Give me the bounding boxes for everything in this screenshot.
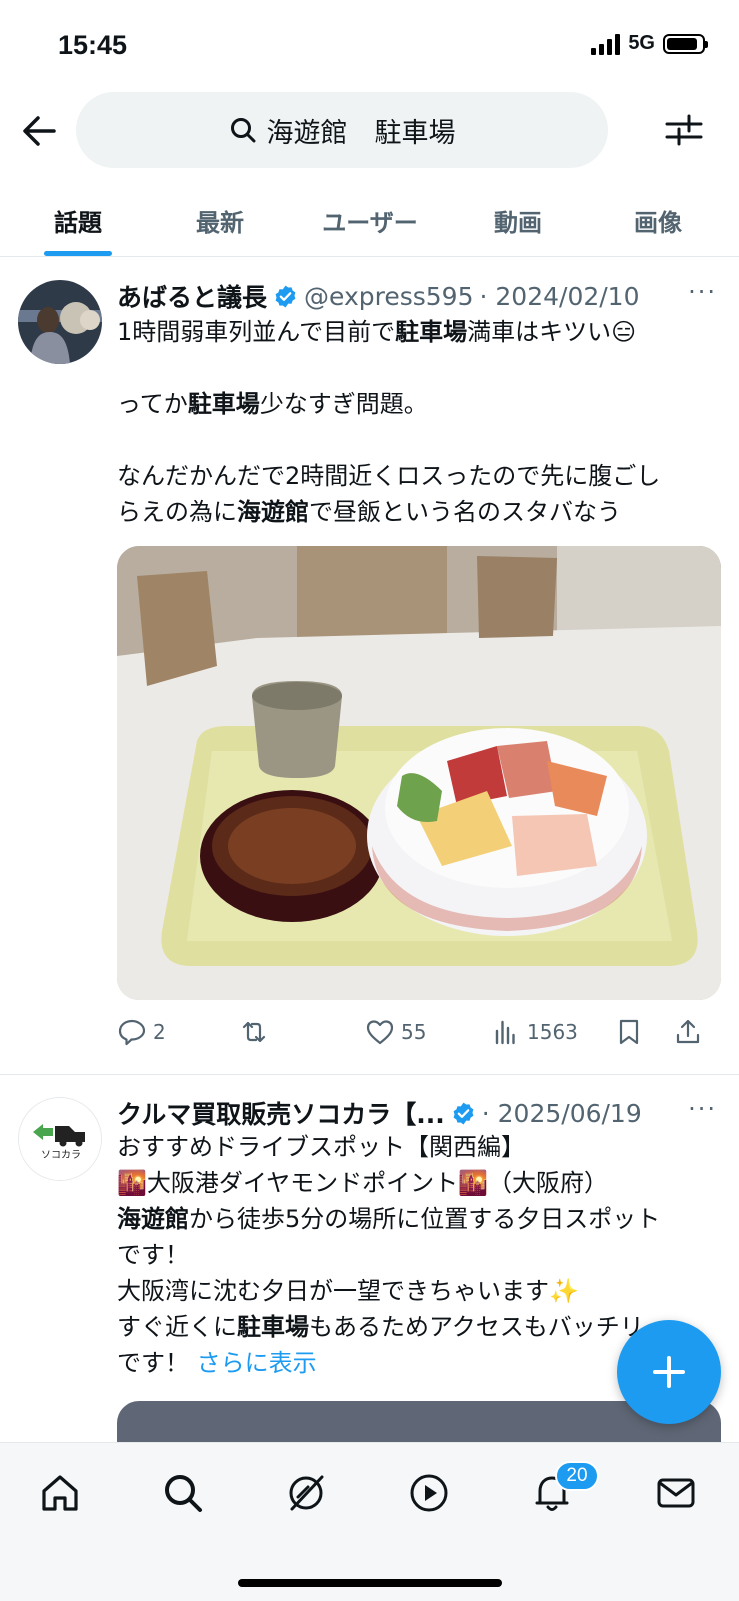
- author-name[interactable]: あばると議長: [117, 278, 267, 314]
- text-line: なんだかんだで2時間近くロスったので先に腹ごし: [117, 462, 661, 490]
- highlight-keyword: 駐車場: [395, 318, 468, 346]
- post-photo[interactable]: [117, 546, 721, 1000]
- text-line: おすすめドライブスポット【関西編】: [117, 1133, 525, 1161]
- search-input[interactable]: 海遊館 駐車場: [76, 92, 608, 168]
- text-line: です！: [117, 1241, 189, 1269]
- text-segment: 1時間弱車列並んで目前で: [117, 318, 396, 346]
- share-button[interactable]: [673, 1012, 703, 1052]
- share-icon: [676, 1019, 700, 1044]
- verified-badge-icon: [453, 1102, 474, 1124]
- text-segment: 少なすぎ問題。: [259, 390, 428, 418]
- tab-videos[interactable]: 動画: [478, 184, 558, 256]
- highlight-keyword: 駐車場: [187, 390, 260, 418]
- text-line: 🌇大阪港ダイヤモンドポイント🌇（大阪府）: [117, 1169, 609, 1197]
- post-date: · 2024/02/10: [479, 281, 640, 311]
- tab-label: 最新: [196, 208, 244, 237]
- tab-label: 話題: [54, 208, 102, 237]
- tab-users[interactable]: ユーザー: [305, 184, 435, 256]
- tab-label: 動画: [494, 208, 542, 237]
- more-options-icon[interactable]: ···: [688, 278, 717, 306]
- search-icon: [230, 118, 255, 143]
- analytics-icon: [495, 1020, 515, 1045]
- text-segment: もあるためアクセスもバッチリ: [309, 1313, 644, 1341]
- back-arrow-icon[interactable]: [18, 109, 62, 153]
- text-line: 大阪湾に沈む夕日が一望できちゃいます✨: [117, 1277, 579, 1305]
- search-query: 海遊館 駐車場: [266, 117, 456, 149]
- verified-badge-icon: [275, 285, 296, 307]
- search-icon[interactable]: [161, 1471, 205, 1515]
- active-tab-indicator: [44, 251, 112, 256]
- messages-mail-icon[interactable]: [654, 1471, 698, 1515]
- tab-label: ユーザー: [322, 208, 418, 237]
- post-text: 1時間弱車列並んで目前で駐車場満車はキツい😑 ってか駐車場少なすぎ問題。 なんだ…: [117, 314, 717, 530]
- status-bar: 15:45 5G: [0, 0, 739, 92]
- reply-icon: [118, 1019, 146, 1046]
- post-date: · 2025/06/19: [481, 1098, 642, 1128]
- author-handle[interactable]: @express595: [304, 282, 473, 311]
- show-more-link[interactable]: さらに表示: [197, 1349, 317, 1377]
- network-label: 5G: [628, 32, 655, 54]
- reply-button[interactable]: 2: [117, 1012, 166, 1052]
- repost-icon: [242, 1021, 266, 1043]
- grok-icon[interactable]: [284, 1471, 328, 1515]
- more-options-icon[interactable]: ···: [688, 1095, 717, 1123]
- post[interactable]: あばると議長 @express595 · 2024/02/10 ··· 1時間弱…: [0, 258, 739, 1074]
- text-segment: ってか: [117, 390, 188, 418]
- post-header: クルマ買取販売ソコカラ【... · 2025/06/19: [117, 1093, 709, 1133]
- avatar[interactable]: ソコカラ: [18, 1097, 102, 1181]
- plus-icon: [653, 1356, 685, 1388]
- tab-latest[interactable]: 最新: [180, 184, 260, 256]
- repost-button[interactable]: [239, 1012, 269, 1052]
- text-segment: らえの為に: [117, 498, 237, 526]
- bookmark-button[interactable]: [614, 1012, 644, 1052]
- post-header: あばると議長 @express595 · 2024/02/10: [117, 276, 709, 316]
- search-tabs: 話題 最新 ユーザー 動画 画像: [0, 184, 739, 257]
- text-segment: から徒歩5分の場所に位置する夕日スポット: [189, 1205, 661, 1233]
- highlight-keyword: 駐車場: [237, 1313, 309, 1341]
- tab-label: 画像: [634, 208, 682, 237]
- video-play-icon[interactable]: [407, 1471, 451, 1515]
- post-actions: 2 55 1563: [117, 1012, 717, 1052]
- tab-images[interactable]: 画像: [618, 184, 698, 256]
- views-button[interactable]: 1563: [491, 1012, 578, 1052]
- bookmark-icon: [619, 1019, 639, 1045]
- highlight-keyword: 海遊館: [117, 1205, 189, 1233]
- like-count: 55: [401, 1020, 427, 1044]
- home-icon[interactable]: [38, 1471, 82, 1515]
- text-segment: すぐ近くに: [117, 1313, 237, 1341]
- view-count: 1563: [527, 1020, 578, 1044]
- home-indicator: [238, 1579, 502, 1587]
- logo-text: ソコカラ: [41, 1149, 81, 1161]
- text-segment: で昼飯という名のスタバなう: [309, 498, 621, 526]
- status-indicators: 5G: [591, 32, 708, 55]
- status-time: 15:45: [58, 30, 128, 60]
- text-segment: 満車はキツい😑: [467, 318, 637, 346]
- compose-button[interactable]: [617, 1320, 721, 1424]
- battery-icon: [663, 33, 708, 54]
- heart-icon: [366, 1020, 394, 1045]
- avatar[interactable]: [18, 280, 102, 364]
- search-header: 海遊館 駐車場: [0, 92, 739, 182]
- filter-settings-icon[interactable]: [664, 110, 704, 150]
- text-segment: です！: [117, 1349, 189, 1377]
- bottom-navigation: 20: [0, 1442, 739, 1601]
- notifications-badge: 20: [555, 1461, 599, 1491]
- reply-count: 2: [153, 1020, 166, 1044]
- signal-icon: [591, 33, 621, 55]
- tab-trending[interactable]: 話題: [44, 184, 112, 256]
- author-name[interactable]: クルマ買取販売ソコカラ【...: [117, 1095, 445, 1131]
- like-button[interactable]: 55: [365, 1012, 426, 1052]
- highlight-keyword: 海遊館: [237, 498, 309, 526]
